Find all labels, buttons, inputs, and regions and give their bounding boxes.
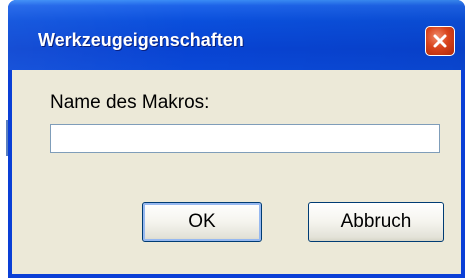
window-title: Werkzeugeigenschaften	[38, 30, 244, 50]
macro-name-input[interactable]	[50, 124, 440, 153]
macro-name-label: Name des Makros:	[50, 92, 210, 113]
desktop-edge	[0, 0, 8, 278]
title-bar[interactable]: Werkzeugeigenschaften	[8, 0, 465, 70]
close-button[interactable]	[425, 26, 455, 56]
close-icon	[433, 34, 447, 48]
cancel-button[interactable]: Abbruch	[308, 202, 444, 242]
dialog-body: Name des Makros: OK Abbruch	[12, 70, 461, 274]
ok-button[interactable]: OK	[142, 202, 262, 242]
dialog-window: Werkzeugeigenschaften Name des Makros: O…	[8, 0, 465, 278]
